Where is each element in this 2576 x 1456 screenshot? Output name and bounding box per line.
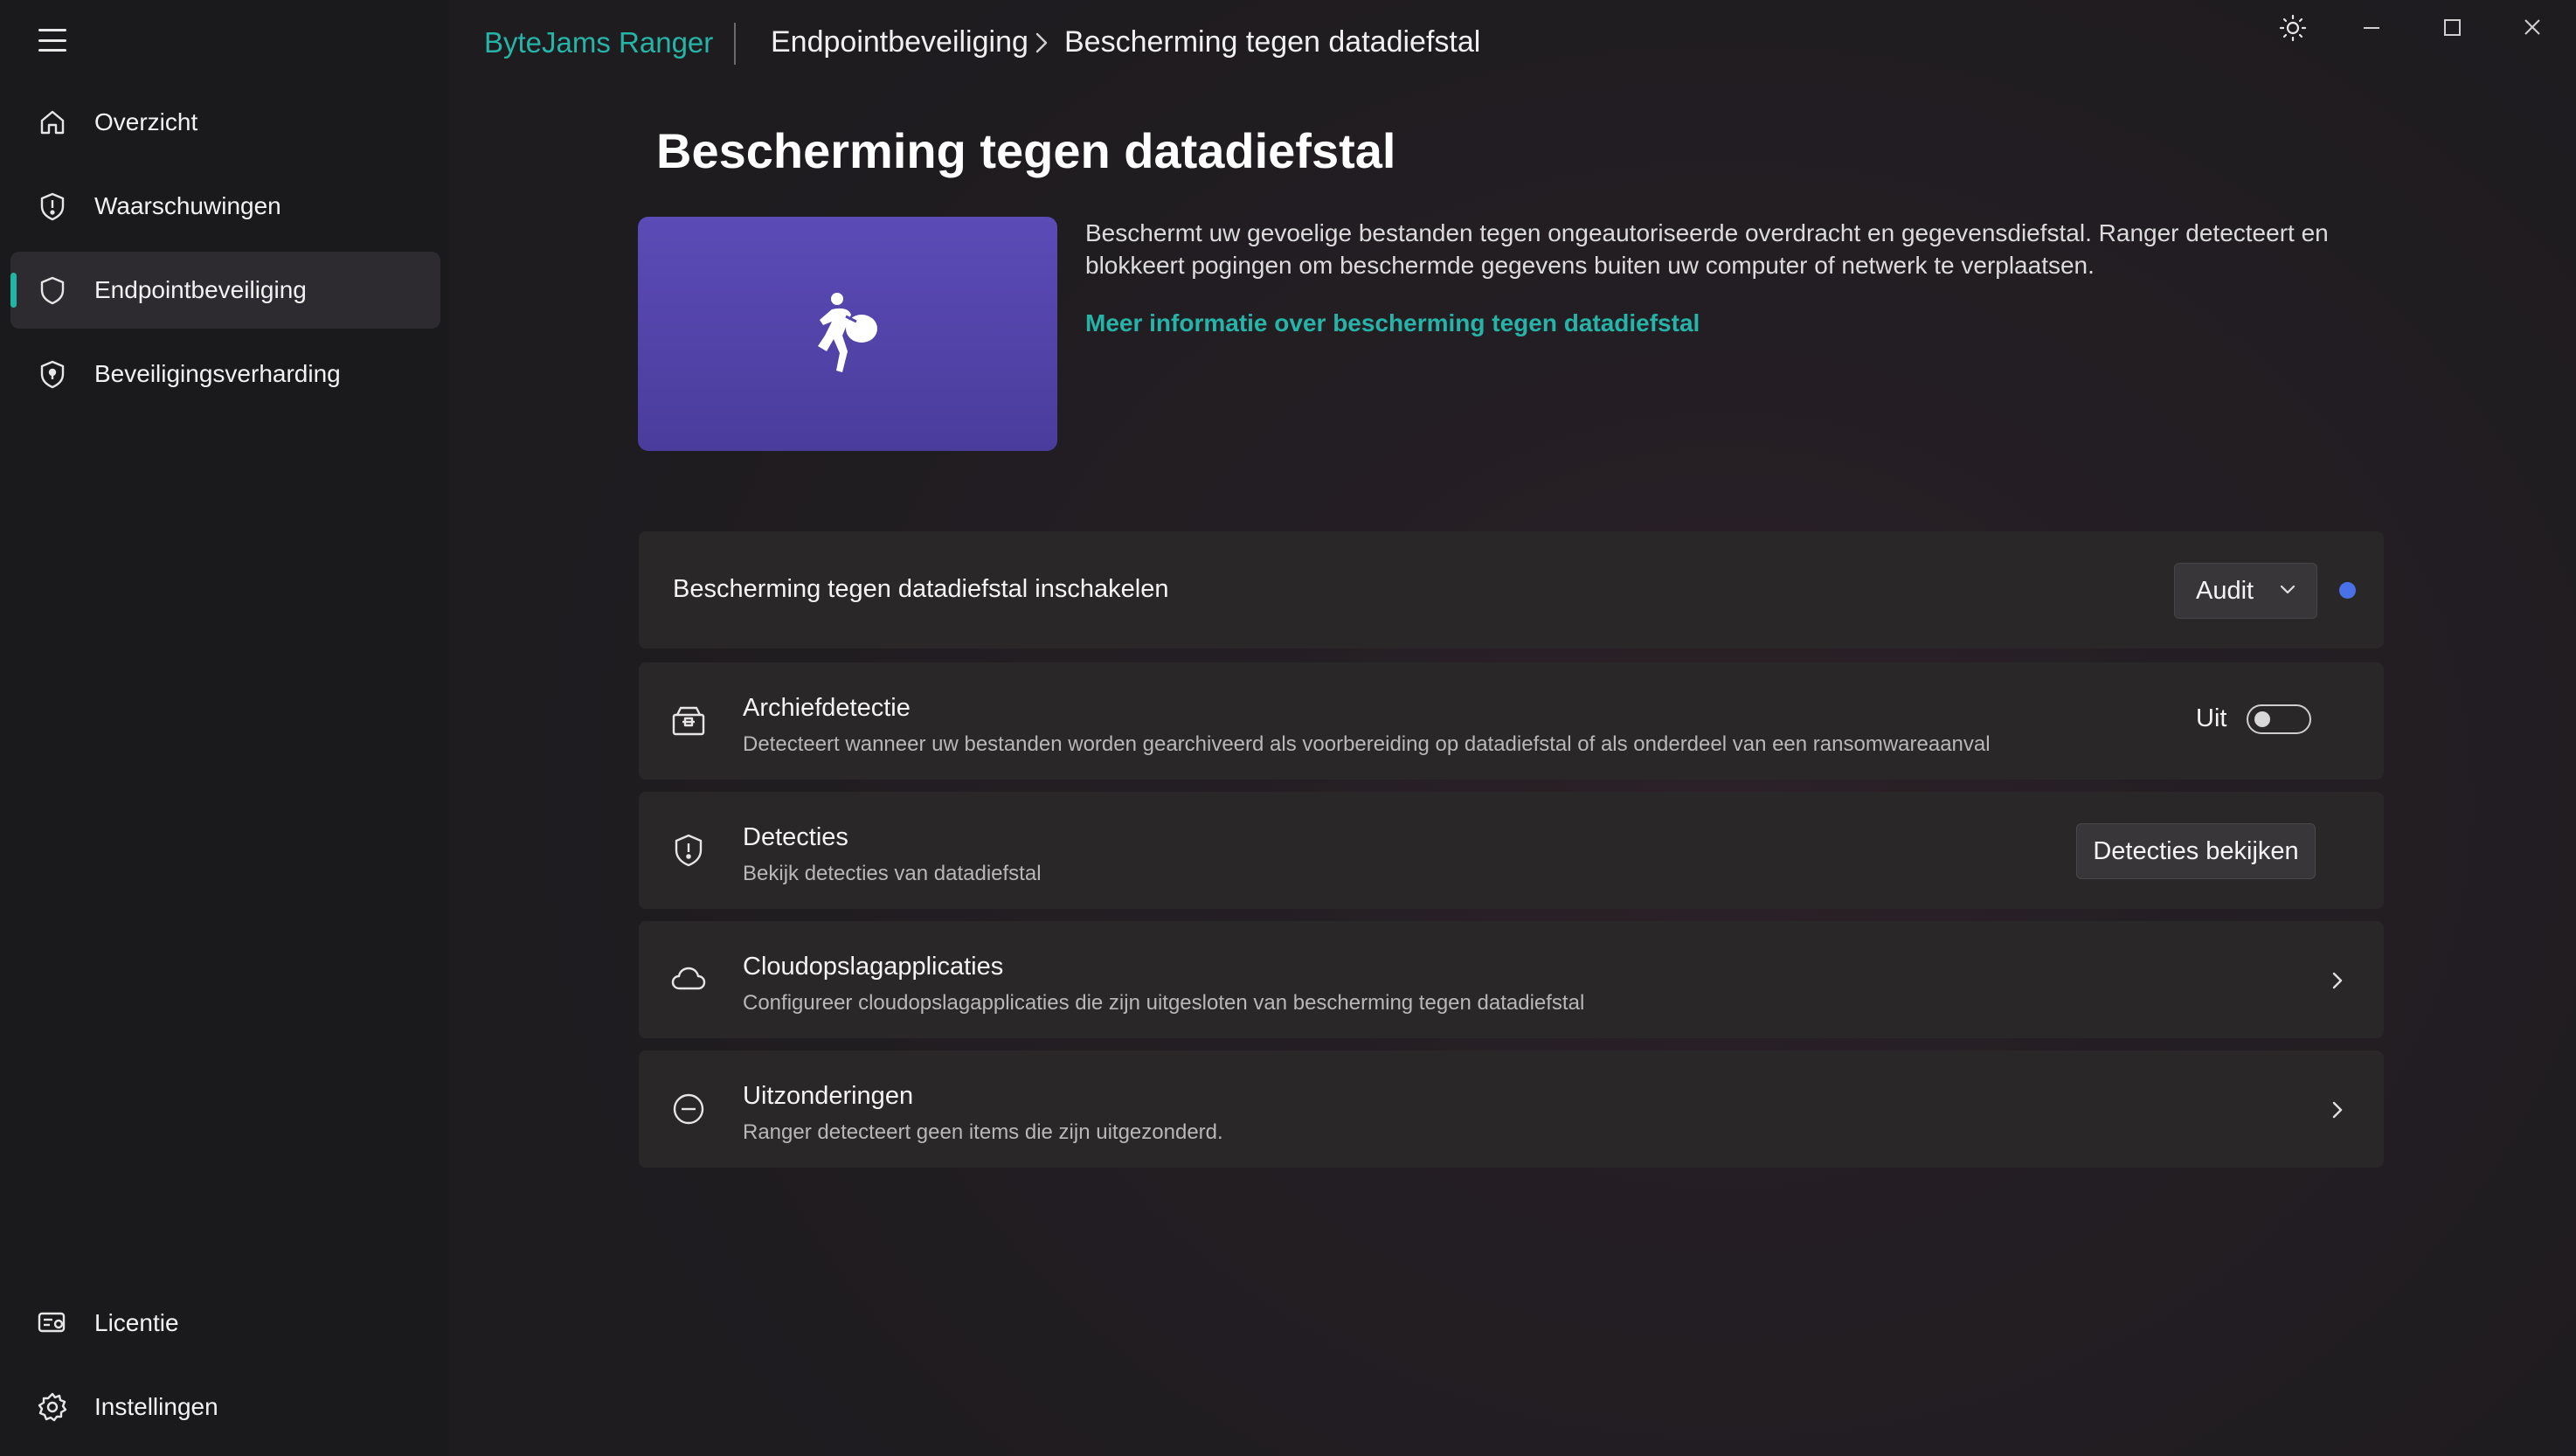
sidebar-item-licentie[interactable]: Licentie: [10, 1288, 440, 1358]
learn-more-link[interactable]: Meer informatie over bescherming tegen d…: [1085, 309, 1700, 337]
row-title: Archiefdetectie: [743, 694, 911, 722]
sidebar-item-label: Endpointbeveiliging: [94, 276, 307, 303]
sidebar-item-beveiligingsverharding[interactable]: Beveiligingsverharding: [10, 336, 440, 413]
minimize-icon[interactable]: [2345, 12, 2398, 47]
sidebar-item-overzicht[interactable]: Overzicht: [10, 84, 440, 161]
row-subtitle: Ranger detecteert geen items die zijn ui…: [743, 1120, 1223, 1144]
hamburger-menu-icon[interactable]: [38, 29, 66, 52]
app-name: ByteJams Ranger: [484, 26, 714, 59]
cloud-storage-row[interactable]: Cloudopslagapplicaties Configureer cloud…: [639, 921, 2384, 1038]
page-title: Bescherming tegen datadiefstal: [656, 123, 1396, 178]
sidebar-item-label: Waarschuwingen: [94, 192, 281, 219]
sidebar-item-waarschuwingen[interactable]: Waarschuwingen: [10, 168, 440, 245]
maximize-icon[interactable]: [2426, 12, 2478, 47]
enable-protection-label: Bescherming tegen datadiefstal inschakel…: [673, 575, 1169, 603]
gear-icon: [38, 1392, 67, 1422]
cloud-icon: [671, 967, 706, 990]
title-bar: ByteJams Ranger Endpointbeveiliging Besc…: [449, 0, 2576, 87]
shield-icon: [40, 276, 65, 305]
close-icon[interactable]: [2506, 12, 2559, 47]
shield-lock-icon: [40, 360, 65, 389]
sidebar-item-endpointbeveiliging[interactable]: Endpointbeveiliging: [10, 252, 440, 329]
mode-selected-value: Audit: [2196, 577, 2254, 605]
sidebar-item-instellingen[interactable]: Instellingen: [10, 1372, 440, 1442]
hero-illustration: [638, 217, 1057, 451]
detections-row: Detecties Bekijk detecties van datadiefs…: [639, 792, 2384, 909]
view-detections-button[interactable]: Detecties bekijken: [2076, 823, 2316, 879]
breadcrumb-current: Bescherming tegen datadiefstal: [1064, 25, 1481, 59]
archive-icon: [672, 706, 705, 736]
breadcrumb-endpointbeveiliging[interactable]: Endpointbeveiliging: [771, 25, 1028, 59]
sidebar-item-label: Overzicht: [94, 108, 198, 135]
chevron-right-icon: [1035, 32, 1048, 53]
row-title: Uitzonderingen: [743, 1082, 914, 1110]
row-subtitle: Bekijk detecties van datadiefstal: [743, 862, 1042, 885]
theme-toggle-icon[interactable]: [2267, 12, 2319, 47]
toggle-state-label: Uit: [2196, 704, 2227, 732]
row-subtitle: Detecteert wanneer uw bestanden worden g…: [743, 732, 1991, 756]
status-dot: [2339, 582, 2356, 599]
sidebar-item-label: Instellingen: [94, 1393, 218, 1420]
row-subtitle: Configureer cloudopslagapplicaties die z…: [743, 991, 1585, 1015]
sidebar: Overzicht Waarschuwingen Endpointbeveili…: [0, 0, 449, 1456]
row-title: Detecties: [743, 823, 848, 851]
toggle-knob: [2254, 711, 2270, 727]
shield-alert-icon: [675, 834, 703, 867]
description: Beschermt uw gevoelige bestanden tegen o…: [1085, 219, 2329, 279]
chevron-down-icon: [2280, 585, 2296, 594]
sidebar-item-label: Beveiligingsverharding: [94, 360, 341, 387]
sidebar-item-label: Licentie: [94, 1309, 179, 1336]
chevron-right-icon: [2332, 1101, 2343, 1119]
license-icon: [38, 1312, 66, 1333]
thief-running-icon: [818, 293, 877, 372]
archive-detection-row: Archiefdetectie Detecteert wanneer uw be…: [639, 662, 2384, 780]
active-indicator: [10, 273, 17, 308]
row-title: Cloudopslagapplicaties: [743, 953, 1004, 981]
enable-protection-row: Bescherming tegen datadiefstal inschakel…: [639, 531, 2384, 648]
shield-alert-icon: [40, 192, 65, 221]
mode-dropdown[interactable]: Audit: [2174, 563, 2317, 619]
exceptions-row[interactable]: Uitzonderingen Ranger detecteert geen it…: [639, 1050, 2384, 1168]
home-icon: [40, 110, 65, 135]
chevron-right-icon: [2332, 972, 2343, 989]
archive-detection-toggle[interactable]: [2247, 704, 2311, 734]
title-separator: [734, 23, 736, 65]
minus-circle-icon: [673, 1093, 704, 1125]
